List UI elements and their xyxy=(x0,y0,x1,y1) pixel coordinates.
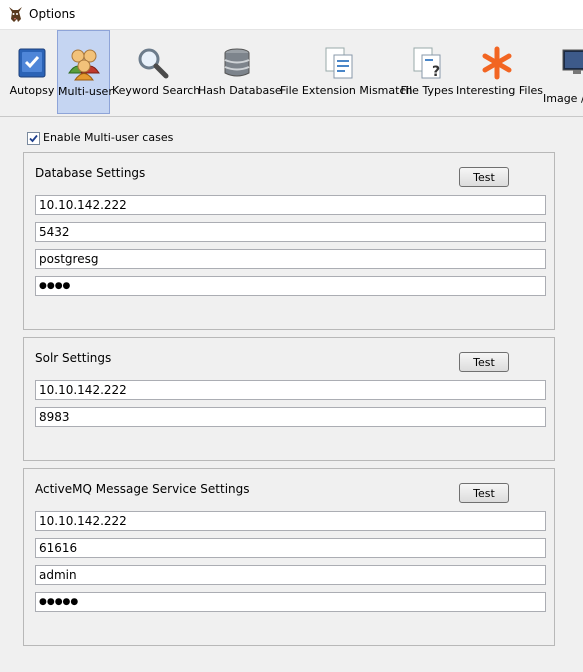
tab-keyword-search-label: Keyword Search xyxy=(112,84,201,97)
activemq-settings-panel: ActiveMQ Message Service Settings Test 1… xyxy=(23,468,555,646)
database-icon xyxy=(220,46,254,80)
tab-file-types[interactable]: ? File Types xyxy=(400,30,454,114)
enable-multiuser-label: Enable Multi-user cases xyxy=(43,131,174,144)
magnifier-icon xyxy=(136,46,170,80)
activemq-test-button[interactable]: Test xyxy=(459,483,509,503)
tab-file-extension-mismatch-label: File Extension Mismatch xyxy=(280,84,413,97)
activemq-password-field[interactable]: ●●●●● xyxy=(35,592,546,612)
database-host-field[interactable]: 10.10.142.222 xyxy=(35,195,546,215)
checkmark-icon xyxy=(29,134,38,143)
database-password-field[interactable]: ●●●● xyxy=(35,276,546,296)
monitor-icon xyxy=(561,46,583,80)
tab-multi-user-label: Multi-user xyxy=(58,85,113,98)
options-category-toolbar: Autopsy Multi-user Keyword Search Hash D… xyxy=(0,30,583,117)
svg-text:?: ? xyxy=(432,64,440,80)
activemq-host-field[interactable]: 10.10.142.222 xyxy=(35,511,546,531)
tab-autopsy[interactable]: Autopsy xyxy=(7,30,57,114)
tab-image-gallery[interactable]: Image / xyxy=(540,30,583,114)
database-settings-title: Database Settings xyxy=(35,166,146,180)
users-icon xyxy=(67,47,101,81)
tab-file-types-label: File Types xyxy=(400,84,454,97)
tab-hash-database[interactable]: Hash Database xyxy=(198,30,282,114)
window-title: Options xyxy=(29,7,76,21)
tab-hash-database-label: Hash Database xyxy=(198,84,282,97)
solr-test-button[interactable]: Test xyxy=(459,352,509,372)
tab-autopsy-label: Autopsy xyxy=(9,84,55,97)
tab-file-extension-mismatch[interactable]: File Extension Mismatch xyxy=(280,30,413,114)
database-port-field[interactable]: 5432 xyxy=(35,222,546,242)
title-bar: Options xyxy=(0,0,583,30)
solr-port-field[interactable]: 8983 xyxy=(35,407,546,427)
asterisk-icon xyxy=(480,46,514,80)
tab-interesting-files-label: Interesting Files xyxy=(456,84,544,97)
solr-settings-title: Solr Settings xyxy=(35,351,112,365)
database-settings-panel: Database Settings Test 10.10.142.222 543… xyxy=(23,152,555,330)
database-user-field[interactable]: postgresg xyxy=(35,249,546,269)
activemq-user-field[interactable]: admin xyxy=(35,565,546,585)
autopsy-dog-icon xyxy=(6,5,24,23)
tab-keyword-search[interactable]: Keyword Search xyxy=(112,30,201,114)
autopsy-check-icon xyxy=(15,46,49,80)
documents-icon xyxy=(322,46,356,80)
solr-settings-panel: Solr Settings Test 10.10.142.222 8983 xyxy=(23,337,555,461)
tab-multi-user[interactable]: Multi-user xyxy=(57,30,113,114)
activemq-port-field[interactable]: 61616 xyxy=(35,538,546,558)
tab-image-gallery-label: Image / xyxy=(543,92,583,105)
solr-host-field[interactable]: 10.10.142.222 xyxy=(35,380,546,400)
enable-multiuser-checkbox[interactable] xyxy=(27,132,40,145)
tab-interesting-files[interactable]: Interesting Files xyxy=(456,30,544,114)
database-test-button[interactable]: Test xyxy=(459,167,509,187)
file-question-icon: ? xyxy=(410,46,444,80)
activemq-settings-title: ActiveMQ Message Service Settings xyxy=(35,482,250,496)
